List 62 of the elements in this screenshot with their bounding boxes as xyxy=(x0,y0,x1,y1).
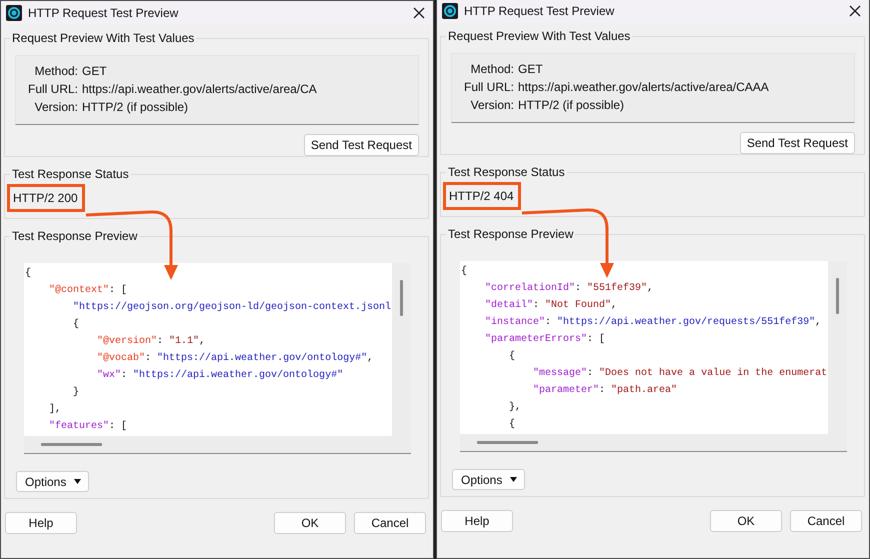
field-label: Version: xyxy=(470,97,514,114)
group-title: Test Response Status xyxy=(447,165,566,179)
caret-icon xyxy=(510,477,518,482)
code-line: { xyxy=(25,266,32,281)
field-label: Version: xyxy=(34,99,78,116)
close-icon[interactable] xyxy=(849,5,861,17)
dialog-button[interactable]: Help xyxy=(441,510,513,532)
status-text: HTTP/2 200 xyxy=(13,191,78,205)
scrollbar-thumb[interactable] xyxy=(477,441,538,444)
field-value: https://api.weather.gov/alerts/active/area/CA xyxy=(82,81,318,98)
window-title: HTTP Request Test Preview xyxy=(28,6,178,20)
code-line: "parameterErrors": [ xyxy=(484,332,606,347)
caret-icon xyxy=(74,479,82,484)
field-value: GET xyxy=(518,61,544,78)
send-test-request-button[interactable]: Send Test Request xyxy=(740,132,855,154)
field-value: GET xyxy=(82,63,108,80)
status-text: HTTP/2 404 xyxy=(449,189,514,203)
scrollbar-thumb[interactable] xyxy=(41,443,102,446)
code-line: "correlationId": "551fef39", xyxy=(484,282,654,296)
dialog-button[interactable]: Cancel xyxy=(790,510,862,532)
send-test-request-button[interactable]: Send Test Request xyxy=(304,134,419,156)
code-line: "features": [ xyxy=(48,420,128,434)
code-line: "@context": [ xyxy=(48,284,128,298)
code-line: "message": "Does not have a value in the enumerat xyxy=(532,366,828,381)
field-label: Method: xyxy=(34,63,78,80)
dialog-button[interactable]: OK xyxy=(274,512,346,534)
field-label: Method: xyxy=(470,61,514,78)
group-title: Test Response Preview xyxy=(11,229,138,243)
dialog-button[interactable]: Cancel xyxy=(354,512,426,534)
code-line: { xyxy=(72,318,80,332)
code-line: }, xyxy=(508,400,522,415)
code-line: { xyxy=(508,350,516,364)
app-icon xyxy=(6,5,22,21)
field-value: https://api.weather.gov/alerts/active/area/CAAA xyxy=(518,79,770,96)
code-line: "@version": "1.1", xyxy=(96,334,206,349)
group-title: Test Response Preview xyxy=(447,227,574,241)
window-title: HTTP Request Test Preview xyxy=(464,4,614,18)
code-line: "parameter": "path.area" xyxy=(532,384,678,398)
scrollbar-thumb[interactable] xyxy=(400,280,403,316)
field-label: Full URL: xyxy=(462,79,514,96)
code-line: { xyxy=(508,418,516,432)
options-button[interactable]: Options xyxy=(452,469,526,490)
code-line: "instance": "https://api.weather.gov/requests/551fef39", xyxy=(484,316,822,330)
code-line: "detail": "Not Found", xyxy=(484,298,618,313)
app-icon xyxy=(442,3,458,19)
scrollbar-thumb[interactable] xyxy=(836,278,839,314)
group-title: Test Response Status xyxy=(11,167,130,181)
options-button[interactable]: Options xyxy=(16,471,90,492)
field-label: Full URL: xyxy=(26,81,78,98)
group-title: Request Preview With Test Values xyxy=(447,29,632,43)
code-line: ], xyxy=(48,402,62,417)
field-value: HTTP/2 (if possible) xyxy=(82,99,190,116)
code-line: { xyxy=(461,264,468,279)
code-line: "https://geojson.org/geojson-ld/geojson-context.jsonl xyxy=(72,300,392,315)
code-line: "@vocab": "https://api.weather.gov/ontology#", xyxy=(96,352,374,366)
dialog-button[interactable]: Help xyxy=(5,512,77,534)
code-line: } xyxy=(72,386,80,400)
code-line: "wx": "https://api.weather.gov/ontology#" xyxy=(96,368,344,383)
group-title: Request Preview With Test Values xyxy=(11,31,196,45)
close-icon[interactable] xyxy=(413,7,425,19)
dialog-button[interactable]: OK xyxy=(710,510,782,532)
field-value: HTTP/2 (if possible) xyxy=(518,97,626,114)
